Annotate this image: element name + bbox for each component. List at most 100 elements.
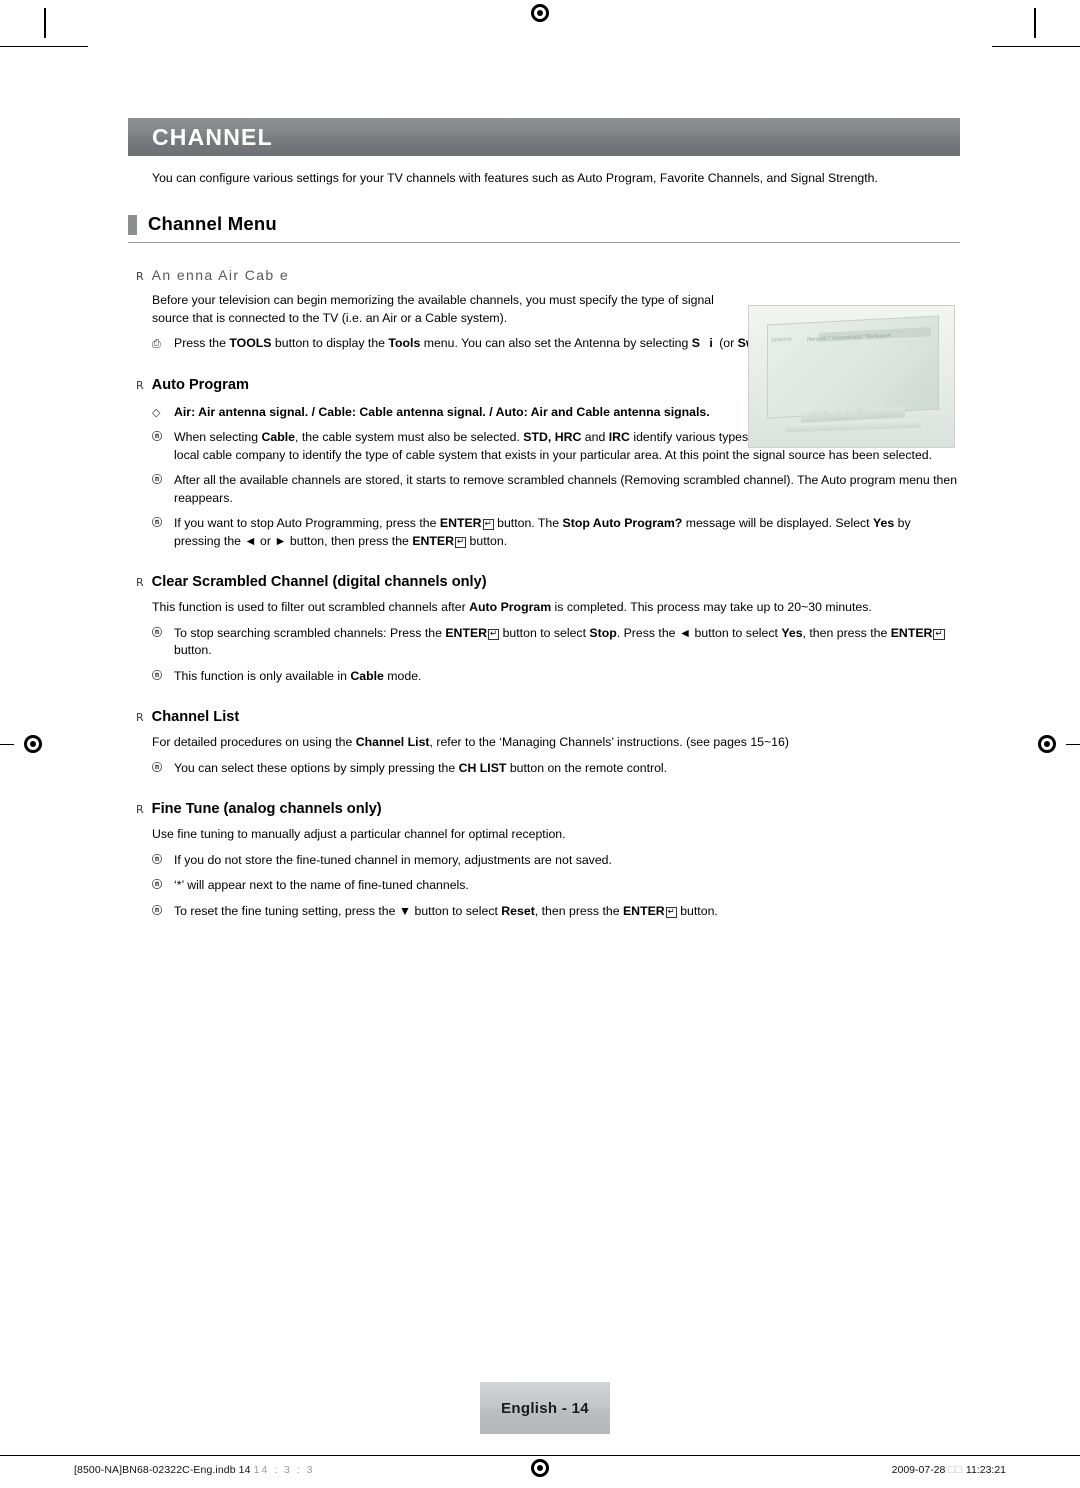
text-4: and <box>581 430 609 444</box>
auto-program-note: ⓝ If you want to stop Auto Programming, p… <box>128 515 960 550</box>
emphasis-text-1: Auto Program <box>469 600 552 614</box>
subsection-marker-icon: R <box>136 270 144 283</box>
registration-mark-bottom <box>531 1459 549 1477</box>
emphasis-text-4: Stop Auto Program? <box>562 516 683 530</box>
text-5: message will be displayed. Select <box>682 516 874 530</box>
subsection-channel-list: R Channel List <box>128 709 960 725</box>
note-bullet-icon: ⓝ <box>152 518 162 529</box>
emphasis-text-1: CH LIST <box>458 760 507 775</box>
emphasis-text-3: ENTER <box>622 903 665 918</box>
auto-program-signals-text: Air: Air antenna signal. / Cable: Cable … <box>174 404 710 419</box>
note-bullet-icon: ⓝ <box>152 475 162 486</box>
emphasis-text-5: IRC <box>608 430 630 444</box>
subsection-antenna-label: An enna Air Cab e <box>151 267 290 283</box>
auto-program-note: ⓝ After all the available channels are st… <box>128 472 960 507</box>
footer-file-name: [8500-NA]BN68-02322C-Eng.indb 14 <box>74 1464 251 1476</box>
emphasis-text-1: ENTER <box>445 625 488 640</box>
fine-tune-note: ⓝ If you do not store the fine-tuned chan… <box>128 852 960 870</box>
tools-note-icon: ⎙ <box>152 337 161 350</box>
enter-key-icon: ↵ <box>482 519 494 530</box>
text-2: , refer to the ‘Managing Channels’ instr… <box>429 735 789 749</box>
channel-list-paragraph: For detailed procedures on using the Cha… <box>128 734 952 752</box>
subsection-fine-tune-label: Fine Tune (analog channels only) <box>151 801 382 817</box>
text-2: button on the remote control. <box>506 760 668 775</box>
text-0: To stop searching scrambled channels: Pr… <box>174 625 446 640</box>
tools-note-part-7: (or <box>715 336 738 350</box>
tools-note-part-1: Press the <box>174 336 230 350</box>
text-0: For detailed procedures on using the <box>152 735 356 749</box>
text-2: is completed. This process may take up t… <box>551 600 872 614</box>
crop-rule-right <box>1066 744 1080 745</box>
text-10: button. <box>466 533 508 548</box>
fine-tune-note-body: ‘*’ will appear next to the name of fine… <box>174 877 960 895</box>
channel-list-note-body: You can select these options by simply p… <box>174 760 960 778</box>
note-bullet-icon: ⓝ <box>152 432 162 443</box>
text-0: When selecting <box>174 430 262 444</box>
page-number-tab: English - 14 <box>480 1382 610 1434</box>
chapter-intro: You can configure various settings for y… <box>152 171 878 185</box>
clear-scrambled-note-body: To stop searching scrambled channels: Pr… <box>174 625 960 660</box>
emphasis-text-1: ENTER <box>439 516 482 530</box>
page-content: CHANNEL You can configure various settin… <box>128 118 960 920</box>
section-heading-label: Channel Menu <box>148 213 277 234</box>
auto-program-note-body: If you want to stop Auto Programming, pr… <box>174 515 960 550</box>
clear-scrambled-notes: ⓝ To stop searching scrambled channels: P… <box>128 625 960 686</box>
tv-illustration: Antenna Nwaolk^n|Ixmwvpo^Nslwypw □ □ □ □… <box>748 305 955 448</box>
text-0: This function is used to filter out scra… <box>152 600 470 614</box>
crop-mark-top-left <box>44 8 46 38</box>
signal-source-name: S i <box>691 336 716 350</box>
emphasis-text-1: Cable <box>261 430 296 444</box>
clear-scrambled-note-body: This function is only available in Cable… <box>174 668 960 686</box>
footer-time: 11:23:21 <box>965 1464 1006 1476</box>
page-title: CHANNEL <box>152 123 273 150</box>
channel-list-notes: ⓝ You can select these options by simply … <box>128 760 960 778</box>
fine-tune-note: ⓝ ‘*’ will appear next to the name of fin… <box>128 877 960 895</box>
crop-mark-top-right <box>1034 8 1036 38</box>
emphasis-text-8: ENTER <box>412 533 454 548</box>
text-0: After all the available channels are sto… <box>174 473 958 505</box>
fine-tune-note-body: If you do not store the fine-tuned chann… <box>174 852 960 870</box>
clear-scrambled-note: ⓝ To stop searching scrambled channels: P… <box>128 625 960 660</box>
text-0: You can select these options by simply p… <box>174 760 459 775</box>
fine-tune-note: ⓝ To reset the fine tuning setting, press… <box>128 903 960 921</box>
text-0: To reset the fine tuning setting, press … <box>174 903 502 918</box>
registration-mark-left <box>24 735 42 753</box>
crop-rule-left <box>0 744 14 745</box>
emphasis-text-6: Yes <box>781 625 803 640</box>
page-number-label: English - 14 <box>501 1399 589 1417</box>
footer-file-info: [8500-NA]BN68-02322C-Eng.indb 14 14 : 3 … <box>74 1464 314 1476</box>
subsection-clear-scrambled-label: Clear Scrambled Channel (digital channel… <box>151 574 487 590</box>
emphasis-text-4: Stop <box>589 625 617 640</box>
text-5: button. <box>676 903 718 918</box>
footer-timestamp: 2009-07-28 □□ 11:23:21 <box>892 1464 1006 1476</box>
clear-scrambled-paragraph: This function is used to filter out scra… <box>128 599 952 617</box>
subsection-marker-icon: R <box>136 803 144 816</box>
fine-tune-paragraph: Use fine tuning to manually adjust a par… <box>152 827 566 841</box>
subsection-marker-icon: R <box>136 711 144 724</box>
subsection-auto-program-label: Auto Program <box>151 376 249 393</box>
manual-page: CHANNEL You can configure various settin… <box>0 0 1080 1488</box>
tv-screen-left-label: Antenna <box>771 336 792 344</box>
footer-divider <box>0 1455 1080 1456</box>
subsection-fine-tune: R Fine Tune (analog channels only) <box>128 801 960 817</box>
footer-date: 2009-07-28 <box>891 1464 946 1476</box>
emphasis-text-1: Cable <box>350 668 384 683</box>
text-3: button to select <box>499 625 590 640</box>
note-bullet-icon: ⓝ <box>152 854 162 866</box>
emphasis-text-1: Channel List <box>355 735 430 749</box>
subsection-clear-scrambled: R Clear Scrambled Channel (digital chann… <box>128 574 960 590</box>
tools-note-part-5: menu. You can also set the Antenna by se… <box>420 336 692 350</box>
note-bullet-icon: ⓝ <box>152 905 162 917</box>
text-0: If you want to stop Auto Programming, pr… <box>174 516 440 530</box>
text-3: button. The <box>493 516 563 530</box>
registration-mark-top <box>531 4 549 22</box>
note-bullet-icon: ⓝ <box>152 627 162 639</box>
hollow-bullet-icon: ◇ <box>152 405 161 419</box>
chapter-title-bar: CHANNEL <box>128 118 960 156</box>
text-7: , then press the <box>802 625 891 640</box>
subsection-marker-icon: R <box>136 378 144 392</box>
text-2: , then press the <box>534 903 623 918</box>
tools-menu-name: Tools <box>388 336 421 350</box>
crop-rule-top-left <box>0 46 88 47</box>
auto-program-note-body: After all the available channels are sto… <box>174 472 960 507</box>
